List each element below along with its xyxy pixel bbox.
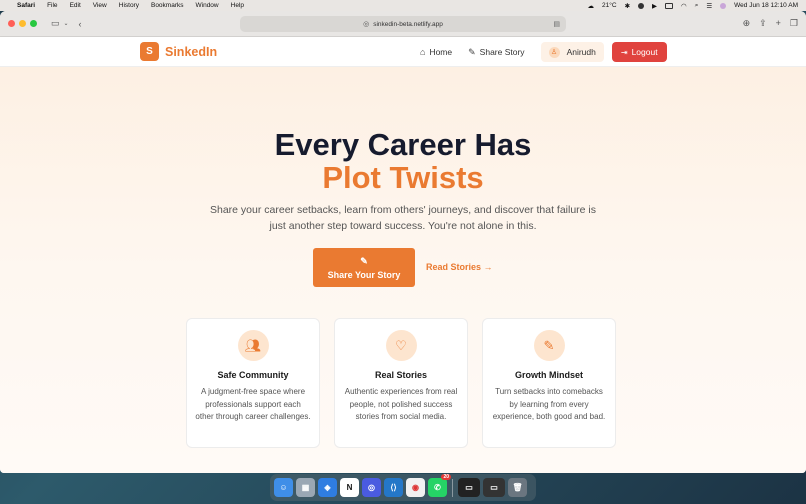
menu-window[interactable]: Window bbox=[196, 2, 219, 9]
menu-bookmarks[interactable]: Bookmarks bbox=[151, 2, 184, 9]
safari-icon[interactable]: ◈ bbox=[318, 478, 337, 497]
nav-home-label: Home bbox=[429, 47, 453, 57]
user-name: Anirudh bbox=[566, 47, 596, 57]
card-description: Authentic experiences from real people, … bbox=[344, 387, 458, 421]
zoom-window-button[interactable] bbox=[30, 20, 37, 27]
weather-temp[interactable]: 21°C bbox=[602, 2, 617, 9]
logout-label: Logout bbox=[631, 47, 658, 57]
menu-file[interactable]: File bbox=[47, 2, 57, 9]
minimize-window-button[interactable] bbox=[19, 20, 26, 27]
chrome-icon[interactable]: ◉ bbox=[406, 478, 425, 497]
heart-icon: ♡ bbox=[385, 330, 417, 361]
menubar-status-area: ☁ 21°C ✱ ▶ ◠ ⌕ ☰ Wed Jun 18 12:10 AM bbox=[588, 2, 798, 10]
clock[interactable]: Wed Jun 18 12:10 AM bbox=[734, 2, 798, 9]
hero-heading-line2: Plot Twists bbox=[322, 160, 484, 195]
globe-icon: ◎ bbox=[363, 21, 370, 28]
bluetooth-icon[interactable]: ✱ bbox=[625, 2, 630, 10]
sidebar-toggle-icon[interactable]: ▭ bbox=[51, 18, 60, 29]
dock-separator bbox=[452, 478, 453, 497]
back-icon[interactable]: ‹ bbox=[79, 19, 82, 29]
notification-badge: 20 bbox=[441, 474, 451, 480]
control-center-icon[interactable]: ☰ bbox=[706, 2, 712, 10]
siri-icon[interactable] bbox=[720, 2, 727, 9]
share-your-story-button[interactable]: ✎ Share Your Story bbox=[313, 248, 415, 287]
users-icon: 👥︎ bbox=[237, 330, 269, 361]
window-thumbnail-icon[interactable]: ▭ bbox=[483, 478, 505, 497]
weather-icon[interactable]: ☁ bbox=[588, 2, 595, 10]
macos-menu-bar: Safari File Edit View History Bookmarks … bbox=[0, 0, 806, 11]
menu-history[interactable]: History bbox=[119, 2, 139, 9]
logo-badge: S bbox=[140, 42, 159, 61]
finder-icon[interactable]: ☺ bbox=[274, 478, 293, 497]
url-text: sinkedin-beta.netlify.app bbox=[373, 20, 443, 28]
wifi-icon[interactable]: ◠ bbox=[681, 2, 687, 10]
card-title: Real Stories bbox=[374, 370, 428, 380]
home-icon: ⌂ bbox=[420, 47, 426, 57]
edit-icon: ✎ bbox=[360, 255, 368, 266]
card-description: A judgment-free space where professional… bbox=[195, 387, 311, 421]
address-bar[interactable]: ◎ sinkedin-beta.netlify.app ▤ bbox=[240, 16, 566, 32]
card-description: Turn setbacks into comebacks by learning… bbox=[492, 387, 606, 421]
tab-overview-icon[interactable]: ❐ bbox=[790, 18, 798, 29]
launchpad-icon[interactable]: ▦ bbox=[296, 478, 315, 497]
brand-logo[interactable]: S SinkedIn bbox=[140, 42, 217, 61]
nav-home-link[interactable]: ⌂ Home bbox=[420, 47, 452, 57]
card-title: Growth Mindset bbox=[515, 370, 583, 380]
vscode-icon[interactable]: ⟨⟩ bbox=[384, 478, 403, 497]
whatsapp-icon[interactable]: ✆ 20 bbox=[428, 474, 451, 497]
read-stories-link[interactable]: Read Stories → bbox=[426, 262, 493, 272]
menu-safari[interactable]: Safari bbox=[17, 2, 35, 9]
share-your-story-label: Share Your Story bbox=[327, 269, 401, 280]
nav-share-story-link[interactable]: ✎ Share Story bbox=[468, 47, 524, 58]
safari-window: ▭ ⌄ ‹ ◎ sinkedin-beta.netlify.app ▤ ⊕ ⇪ … bbox=[0, 11, 806, 473]
edit-icon: ✎ bbox=[468, 46, 476, 57]
menu-view[interactable]: View bbox=[93, 2, 107, 9]
new-tab-icon[interactable]: + bbox=[776, 18, 781, 29]
feature-card-real-stories: ♡ Real Stories Authentic experiences fro… bbox=[334, 318, 468, 448]
user-profile-chip[interactable]: ♙ Anirudh bbox=[540, 42, 604, 62]
nav-links: ⌂ Home ✎ Share Story ♙ Anirudh ⇥ Logout bbox=[420, 37, 667, 67]
logout-icon: ⇥ bbox=[620, 47, 628, 57]
brand-name: SinkedIn bbox=[165, 44, 218, 59]
window-thumbnail-icon[interactable]: ▭ bbox=[458, 478, 480, 497]
feature-card-growth-mindset: ✎ Growth Mindset Turn setbacks into come… bbox=[482, 318, 616, 448]
hero-subtitle: Share your career setbacks, learn from o… bbox=[209, 204, 597, 232]
edit-icon: ✎ bbox=[533, 330, 565, 361]
close-window-button[interactable] bbox=[8, 20, 15, 27]
logout-button[interactable]: ⇥ Logout bbox=[611, 42, 667, 62]
app-icon[interactable]: ◎ bbox=[362, 478, 381, 497]
chevron-down-icon[interactable]: ⌄ bbox=[64, 20, 69, 27]
site-navbar: S SinkedIn ⌂ Home ✎ Share Story ♙ Anirud… bbox=[0, 37, 806, 67]
trash-icon[interactable]: 🗑︎ bbox=[508, 478, 527, 497]
play-icon[interactable]: ▶ bbox=[652, 2, 657, 10]
toolbar-right-actions: ⊕ ⇪ + ❐ bbox=[743, 18, 798, 29]
status-icon[interactable] bbox=[638, 2, 645, 9]
card-title: Safe Community bbox=[217, 370, 289, 380]
download-icon[interactable]: ⊕ bbox=[743, 18, 751, 29]
user-icon: ♙ bbox=[548, 46, 560, 58]
battery-icon[interactable] bbox=[665, 2, 674, 9]
share-icon[interactable]: ⇪ bbox=[759, 18, 767, 29]
hero-heading-line1: Every Career Has bbox=[274, 127, 532, 162]
search-icon[interactable]: ⌕ bbox=[695, 2, 699, 10]
menu-help[interactable]: Help bbox=[231, 2, 244, 9]
hero-section: Every Career Has Plot Twists Share your … bbox=[0, 67, 806, 473]
menu-edit[interactable]: Edit bbox=[70, 2, 81, 9]
reader-icon[interactable]: ▤ bbox=[553, 20, 560, 28]
notion-icon[interactable]: N bbox=[340, 478, 359, 497]
macos-dock: ☺ ▦ ◈ N ◎ ⟨⟩ ◉ ✆ 20 ▭ ▭ 🗑︎ bbox=[270, 474, 536, 501]
feature-card-safe-community: 👥︎ Safe Community A judgment-free space … bbox=[186, 318, 320, 448]
browser-toolbar: ▭ ⌄ ‹ ◎ sinkedin-beta.netlify.app ▤ ⊕ ⇪ … bbox=[0, 11, 806, 37]
nav-share-label: Share Story bbox=[479, 47, 525, 57]
